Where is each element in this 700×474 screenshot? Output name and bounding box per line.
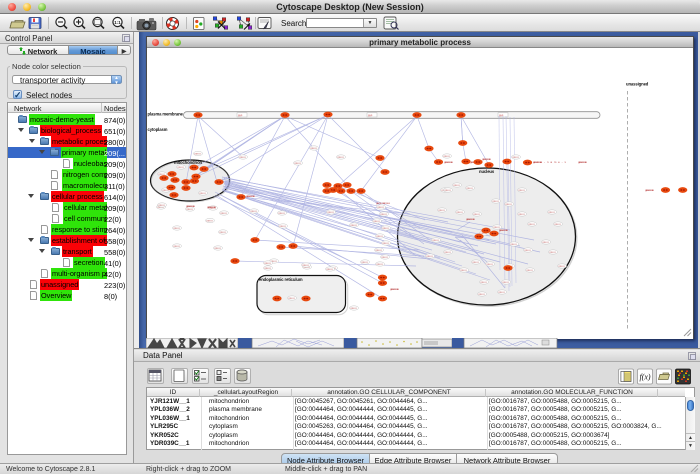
svg-text:xxx-x: xxx-x [466, 187, 473, 190]
svg-text:xxx-x: xxx-x [472, 261, 479, 264]
svg-text:xxx-x: xxx-x [264, 262, 271, 265]
svg-text:g-p: g-p [368, 113, 373, 117]
svg-text:xxx-x: xxx-x [288, 297, 295, 300]
svg-text:xxx-x: xxx-x [220, 212, 227, 215]
svg-text:1:1: 1:1 [114, 20, 121, 25]
svg-text:xxx-x: xxx-x [279, 225, 286, 228]
svg-text:xxx-x: xxx-x [375, 249, 382, 252]
svg-text:gene-name-x: gene-name-x [499, 228, 509, 232]
svg-text:xxx-x: xxx-x [302, 264, 309, 267]
svg-text:mitochondrion: mitochondrion [174, 160, 203, 165]
svg-text:xxx-x: xxx-x [350, 224, 357, 227]
svg-text:xxx-x: xxx-x [460, 269, 467, 272]
svg-text:xxx-x: xxx-x [214, 247, 221, 250]
svg-text:xxx-x: xxx-x [524, 249, 531, 252]
svg-text:xxx-x: xxx-x [518, 213, 525, 216]
svg-text:xxx-x: xxx-x [548, 211, 555, 214]
svg-text:xxx-x: xxx-x [264, 267, 271, 270]
svg-text:f(x): f(x) [639, 373, 650, 382]
svg-text:xxx-x: xxx-x [250, 210, 257, 213]
svg-text:xxx-x: xxx-x [432, 239, 439, 242]
svg-text:xxx-x: xxx-x [444, 251, 451, 254]
svg-text:xxx-x: xxx-x [549, 251, 556, 254]
svg-text:xxx-x: xxx-x [219, 231, 226, 234]
svg-text:xxx-x: xxx-x [382, 227, 389, 230]
svg-text:xxx-x: xxx-x [486, 263, 493, 266]
svg-text:nucleus: nucleus [479, 169, 495, 174]
svg-text:g-p: g-p [238, 113, 243, 117]
svg-text:gene-name-x: gene-name-x [207, 205, 217, 209]
svg-text:xxx-x: xxx-x [376, 263, 383, 266]
svg-text:xxx-x: xxx-x [473, 213, 480, 216]
svg-text:xxx-x: xxx-x [480, 281, 487, 284]
svg-text:xxx-x: xxx-x [380, 213, 387, 216]
svg-text:gene-name-x: gene-name-x [482, 157, 492, 161]
svg-text:xxx-x: xxx-x [492, 200, 499, 203]
svg-text:xxx-x: xxx-x [456, 211, 463, 214]
svg-text:xxx-x: xxx-x [502, 281, 509, 284]
svg-text:endoplasmic reticulum: endoplasmic reticulum [259, 277, 303, 282]
svg-text:xxx-x: xxx-x [199, 192, 206, 195]
svg-text:xxx-x: xxx-x [518, 189, 525, 192]
svg-text:xxx-x: xxx-x [350, 307, 357, 310]
svg-text:xxx-x: xxx-x [377, 206, 384, 209]
svg-text:gene-name-x: gene-name-x [578, 160, 588, 164]
svg-text:xxx-x: xxx-x [381, 256, 388, 259]
svg-text:gene-name-x: gene-name-x [186, 204, 196, 208]
svg-text:xxx-x: xxx-x [373, 220, 380, 223]
svg-text:xxx-x: xxx-x [554, 223, 561, 226]
svg-text:xxx-x: xxx-x [278, 212, 285, 215]
svg-text:xxx-x: xxx-x [186, 208, 193, 211]
svg-text:xxx-x: xxx-x [361, 261, 368, 264]
svg-text:xxx-x: xxx-x [453, 184, 460, 187]
svg-text:xxx-x: xxx-x [158, 204, 165, 207]
svg-text:xxx-x: xxx-x [512, 156, 519, 159]
svg-text:xxx-x: xxx-x [310, 147, 317, 150]
svg-text:gene-name-x: gene-name-x [645, 188, 655, 192]
svg-text:xxx-x: xxx-x [542, 241, 549, 244]
svg-text:xxx-x: xxx-x [382, 242, 389, 245]
svg-text:xxx-x: xxx-x [478, 293, 485, 296]
svg-text:xxx-x: xxx-x [498, 291, 505, 294]
svg-text:xxx-x: xxx-x [326, 268, 333, 271]
svg-text:xxx-x: xxx-x [444, 189, 451, 192]
svg-text:xxx-x: xxx-x [443, 155, 450, 158]
svg-text:xxx-x: xxx-x [239, 156, 246, 159]
svg-text:cytoplasm: cytoplasm [148, 127, 168, 132]
svg-text:plasma membrane: plasma membrane [148, 112, 184, 117]
svg-text:xxx-x: xxx-x [438, 209, 445, 212]
svg-text:xxx-x: xxx-x [173, 245, 180, 248]
svg-text:gene-name-x: gene-name-x [246, 194, 256, 198]
svg-text:xxx-x: xxx-x [327, 211, 334, 214]
svg-text:xxx-x: xxx-x [194, 153, 201, 156]
svg-text:xxx-x: xxx-x [558, 265, 565, 268]
svg-text:gene-name-x: gene-name-x [444, 160, 454, 164]
svg-text:xxx-x: xxx-x [510, 243, 517, 246]
svg-text:xxx-x: xxx-x [173, 227, 180, 230]
svg-text:xxx-x: xxx-x [206, 220, 213, 223]
svg-text:xxx-x: xxx-x [376, 235, 383, 238]
svg-text:gene-name-x: gene-name-x [376, 201, 391, 205]
svg-text:gene-name-x: gene-name-x [466, 217, 476, 221]
svg-text:xxx-x: xxx-x [505, 203, 512, 206]
svg-text:xxx-x: xxx-x [426, 255, 433, 258]
svg-text:xxx-x: xxx-x [177, 166, 184, 169]
svg-text:unassigned: unassigned [626, 82, 649, 87]
svg-text:gene-name-x: gene-name-x [533, 160, 543, 164]
svg-text:xxx-x: xxx-x [528, 223, 535, 226]
svg-text:xxx-x: xxx-x [337, 156, 344, 159]
svg-text:gene-name-x: gene-name-x [390, 287, 400, 291]
svg-text:xxx-x: xxx-x [526, 269, 533, 272]
svg-text:xxx-x: xxx-x [294, 162, 301, 165]
